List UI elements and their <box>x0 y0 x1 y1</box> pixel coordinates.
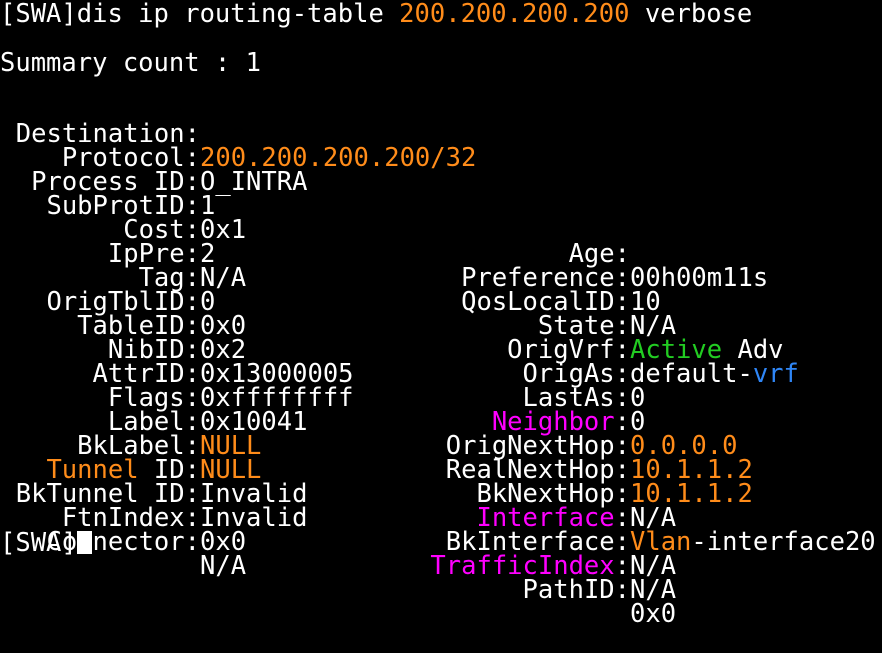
attr-value: 0x0 <box>630 599 677 629</box>
orig-vrf-value: default-vrf <box>630 359 799 389</box>
route-attr-row: SubProtID: 0x1 Age: 00h00m11s <box>0 170 768 291</box>
route-attr-row: OrigTblID: 0x0 OrigVrf: default-vrf <box>0 266 798 387</box>
attr-label: PathID: <box>522 575 630 605</box>
final-prompt: [SWA] <box>0 528 77 558</box>
command-prompt: [SWA] <box>0 0 77 29</box>
traffic-index-keyword: TrafficIndex <box>430 551 615 581</box>
route-attr-row: FtnIndex: 0x0 TrafficIndex: N/A <box>0 482 676 603</box>
route-attr-row: Tunnel ID: Invalid Interface: Vlan-inter… <box>0 434 875 555</box>
interface-suffix: -interface20 <box>691 527 876 557</box>
route-attr-row: Tag: 0 State: Active Adv <box>0 242 784 363</box>
input-line[interactable]: [SWA] <box>0 528 92 558</box>
vrf-keyword-text: vrf <box>752 359 799 389</box>
route-attr-row: AttrID: 0xffffffff Neighbor: 0.0.0.0 <box>0 338 738 459</box>
route-attr-row: Connector: N/A PathID: 0x0 <box>0 506 676 627</box>
route-attr-row: Label: NULL RealNextHop: 10.1.1.2 <box>0 386 753 507</box>
route-attr-row: BkLabel: NULL BkNextHop: N/A <box>0 410 676 531</box>
route-attr-row: TableID: 0x2 OrigAs: 0 <box>0 290 645 411</box>
command-option: verbose <box>629 0 753 29</box>
traffic-index-colon: : <box>614 551 630 581</box>
route-attr-row: BkTunnel ID: Invalid BkInterface: N/A <box>0 458 676 579</box>
route-attr-row: Flags: 0x10041 OrigNextHop: 10.1.1.2 <box>0 362 753 483</box>
terminal-window[interactable]: [SWA]dis ip routing-table 200.200.200.20… <box>0 0 882 627</box>
command-text: dis ip routing-table <box>76 0 400 29</box>
destination-row: Destination: 200.200.200.200/32 <box>0 98 477 171</box>
attr-value: N/A <box>630 575 677 605</box>
process-id-row: Process ID: 1 <box>0 146 215 219</box>
summary-count: Summary count : 1 <box>0 48 261 78</box>
protocol-value: O_INTRA <box>200 167 308 197</box>
command-argument: 200.200.200.200 <box>399 0 630 29</box>
protocol-row: Protocol: O_INTRA <box>0 122 308 195</box>
vrf-prefix-text: default- <box>630 359 753 389</box>
text-cursor[interactable] <box>76 531 92 554</box>
command-line: [SWA]dis ip routing-table 200.200.200.20… <box>0 0 753 29</box>
route-attr-row: NibID: 0x13000005 LastAs: 0 <box>0 314 645 435</box>
route-attr-row: IpPre: N/A QosLocalID: N/A <box>0 218 676 339</box>
route-attr-row: Cost: 2 Preference: 10 <box>0 194 660 315</box>
